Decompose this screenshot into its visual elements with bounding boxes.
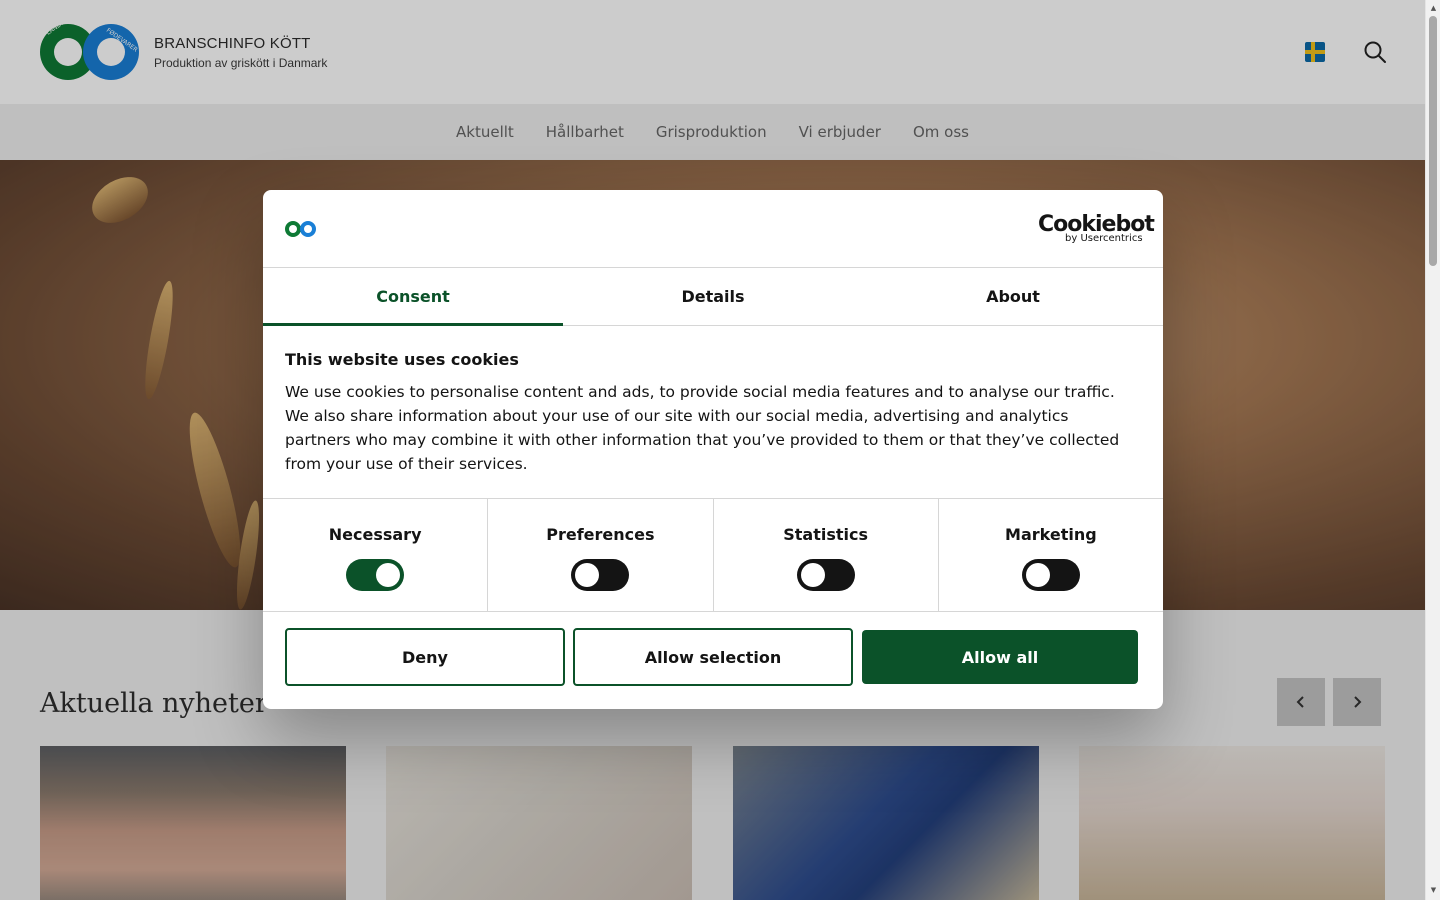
allow-all-button[interactable]: Allow all <box>862 630 1138 684</box>
scrollbar-thumb[interactable] <box>1429 16 1437 266</box>
dialog-description: We use cookies to personalise content an… <box>285 383 1120 473</box>
preferences-switch[interactable] <box>571 559 630 591</box>
toggle-label: Statistics <box>783 525 868 544</box>
statistics-switch[interactable] <box>796 559 855 591</box>
dialog-header: Cookiebot by Usercentrics <box>263 190 1163 268</box>
page-scrollbar[interactable]: ▲ ▼ <box>1425 0 1440 900</box>
toggle-label: Marketing <box>1005 525 1097 544</box>
consent-toggles: Necessary Preferences Statistics Marketi… <box>263 498 1163 612</box>
switch-knob <box>575 563 600 587</box>
cookiebot-by-label: by Usercentrics <box>1065 233 1143 244</box>
toggle-label: Necessary <box>328 525 422 544</box>
switch-knob <box>800 563 825 587</box>
toggle-marketing: Marketing <box>939 499 1163 611</box>
cookie-consent-dialog: Cookiebot by Usercentrics Consent Detail… <box>263 190 1163 709</box>
tab-about[interactable]: About <box>863 268 1163 325</box>
allow-selection-button[interactable]: Allow selection <box>573 628 853 686</box>
switch-knob <box>376 563 401 587</box>
tab-consent[interactable]: Consent <box>263 268 563 326</box>
switch-knob <box>1025 563 1050 587</box>
toggle-necessary: Necessary <box>263 499 489 611</box>
deny-button[interactable]: Deny <box>285 628 565 686</box>
tab-details[interactable]: Details <box>563 268 863 325</box>
toggle-label: Preferences <box>546 525 655 544</box>
dialog-title: This website uses cookies <box>285 350 519 369</box>
marketing-switch[interactable] <box>1021 559 1080 591</box>
scroll-down-arrow-icon[interactable]: ▼ <box>1429 886 1438 894</box>
necessary-switch[interactable] <box>346 559 405 591</box>
scroll-up-arrow-icon[interactable]: ▲ <box>1429 4 1438 12</box>
dialog-tabs: Consent Details About <box>263 268 1163 326</box>
toggle-preferences: Preferences <box>488 499 714 611</box>
site-logo-small <box>285 221 316 237</box>
toggle-statistics: Statistics <box>714 499 939 611</box>
